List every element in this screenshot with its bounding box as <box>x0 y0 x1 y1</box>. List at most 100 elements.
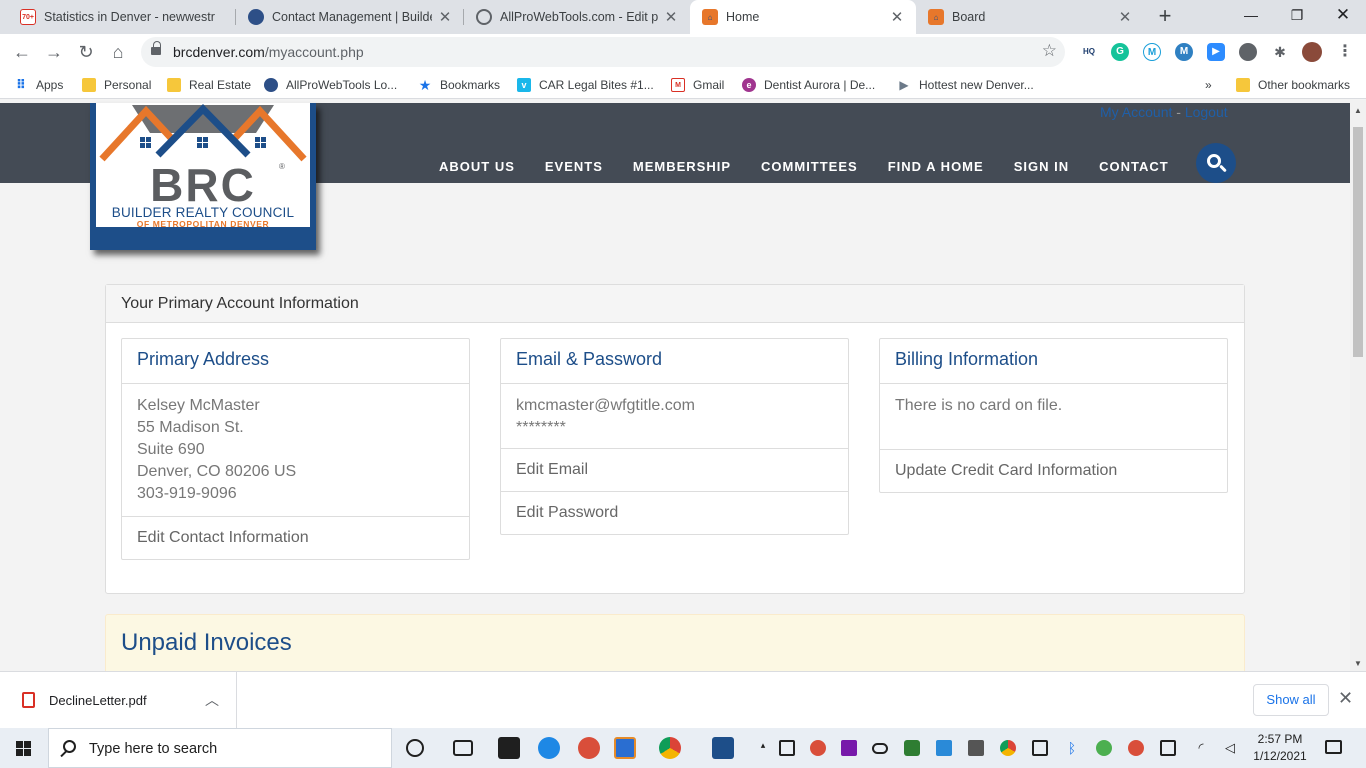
address-suite: Suite 690 <box>137 441 205 458</box>
bluetooth-icon[interactable]: ᛒ <box>1064 740 1080 756</box>
grammarly-extension-icon[interactable]: G <box>1111 43 1129 61</box>
my-account-link[interactable]: My Account <box>1100 104 1172 120</box>
app-icon[interactable] <box>538 737 560 759</box>
card-title: Email & Password <box>501 339 848 384</box>
bookmark-gmail[interactable]: M Gmail <box>671 76 724 94</box>
taskbar-search-box[interactable]: Type here to search <box>48 728 392 768</box>
logout-link[interactable]: Logout <box>1185 104 1228 120</box>
nav-contact[interactable]: CONTACT <box>1084 159 1184 174</box>
security-icon[interactable] <box>904 740 920 756</box>
tray-icon[interactable] <box>810 740 826 756</box>
nav-membership[interactable]: MEMBERSHIP <box>618 159 746 174</box>
photos-icon[interactable] <box>712 737 734 759</box>
scroll-down-icon[interactable]: ▼ <box>1350 657 1366 671</box>
edit-contact-information-link[interactable]: Edit Contact Information <box>122 516 469 559</box>
site-search-button[interactable] <box>1196 143 1236 183</box>
tray-icon[interactable] <box>1032 740 1048 756</box>
mixmax-extension-icon[interactable]: M <box>1143 43 1161 61</box>
onenote-icon[interactable] <box>841 740 857 756</box>
brc-logo[interactable]: BRC ® BUILDER REALTY COUNCIL OF METROPOL… <box>90 103 316 250</box>
chevron-up-icon[interactable]: ︿ <box>205 690 219 710</box>
profile-avatar[interactable] <box>1302 42 1322 62</box>
vimeo-icon: v <box>517 78 531 92</box>
task-view-icon[interactable] <box>453 740 473 756</box>
nav-committees[interactable]: COMMITTEES <box>746 159 873 174</box>
close-window-button[interactable]: ✕ <box>1320 0 1366 32</box>
link-separator: - <box>1176 104 1181 120</box>
chrome-menu-icon[interactable]: ⋮ <box>1336 43 1354 61</box>
bookmark-car-legal-bites[interactable]: v CAR Legal Bites #1... <box>517 76 654 94</box>
back-button[interactable]: ← <box>10 40 34 64</box>
address-bar[interactable]: brcdenver.com/myaccount.php ☆ <box>141 37 1065 67</box>
chrome-tray-icon[interactable] <box>1000 740 1016 756</box>
download-item[interactable]: DeclineLetter.pdf ︿ <box>0 672 237 729</box>
edit-password-link[interactable]: Edit Password <box>501 491 848 534</box>
bookmark-label: Dentist Aurora | De... <box>764 78 876 92</box>
home-button[interactable]: ⌂ <box>106 40 130 64</box>
acrobat-icon[interactable] <box>498 737 520 759</box>
puzzle-extensions-icon[interactable]: ✱ <box>1271 43 1289 61</box>
battery-icon[interactable] <box>1160 740 1176 756</box>
scroll-thumb[interactable] <box>1353 127 1363 357</box>
bookmark-allprowebtools[interactable]: AllProWebTools Lo... <box>264 76 397 94</box>
tray-icon[interactable] <box>779 740 795 756</box>
zoom-extension-icon[interactable]: ▶ <box>1207 43 1225 61</box>
cortana-icon[interactable] <box>406 739 424 757</box>
onedrive-icon[interactable] <box>872 743 888 754</box>
app-icon[interactable] <box>614 737 636 759</box>
scroll-up-icon[interactable]: ▲ <box>1350 104 1366 118</box>
bookmark-label: Real Estate <box>189 78 252 92</box>
main-nav: ABOUT US EVENTS MEMBERSHIP COMMITTEES FI… <box>424 159 1184 174</box>
tray-icon[interactable] <box>1128 740 1144 756</box>
close-icon[interactable]: ✕ <box>662 8 680 26</box>
tray-icon[interactable] <box>1096 740 1112 756</box>
restore-button[interactable]: ❐ <box>1274 0 1320 32</box>
update-credit-card-link[interactable]: Update Credit Card Information <box>880 449 1227 492</box>
extension-icon[interactable] <box>1239 43 1257 61</box>
mailtrack-extension-icon[interactable]: M <box>1175 43 1193 61</box>
snagit-icon[interactable] <box>578 737 600 759</box>
bookmark-personal[interactable]: Personal <box>82 76 151 94</box>
bookmark-real-estate[interactable]: Real Estate <box>167 76 251 94</box>
bookmark-hottest-new-denver[interactable]: ▶ Hottest new Denver... <box>897 76 1033 94</box>
notification-icon[interactable] <box>1325 740 1342 754</box>
nav-sign-in[interactable]: SIGN IN <box>999 159 1084 174</box>
other-bookmarks[interactable]: Other bookmarks <box>1236 76 1350 94</box>
tray-icon[interactable] <box>936 740 952 756</box>
tab-allprowebtools[interactable]: AllProWebTools.com - Edit pos ✕ <box>464 0 690 34</box>
email-value: kmcmaster@wfgtitle.com <box>516 397 695 414</box>
new-tab-button[interactable]: + <box>1152 4 1178 30</box>
chrome-icon[interactable] <box>659 737 681 759</box>
bookmark-bookmarks[interactable]: ★ Bookmarks <box>418 76 500 94</box>
bookmark-apps[interactable]: ⠿ Apps <box>14 76 63 94</box>
page-scrollbar[interactable]: ▲ ▼ <box>1350 100 1366 671</box>
close-icon[interactable]: ✕ <box>1338 688 1353 709</box>
tab-home[interactable]: ⌂ Home ✕ <box>690 0 916 34</box>
bookmark-dentist-aurora[interactable]: e Dentist Aurora | De... <box>742 76 875 94</box>
tray-overflow-icon[interactable]: ▴ <box>755 740 771 756</box>
nav-events[interactable]: EVENTS <box>530 159 618 174</box>
bookmarks-overflow-button[interactable]: » <box>1205 76 1212 94</box>
tab-statistics[interactable]: 70+ Statistics in Denver - newwestr <box>8 0 236 34</box>
taskbar-clock[interactable]: 2:57 PM 1/12/2021 <box>1250 731 1310 765</box>
close-icon[interactable]: ✕ <box>436 8 454 26</box>
primary-address-card: Primary Address Kelsey McMaster 55 Madis… <box>121 338 470 560</box>
forward-button[interactable]: → <box>42 40 66 64</box>
reload-button[interactable]: ↻ <box>74 40 98 64</box>
close-icon[interactable]: ✕ <box>1116 8 1134 26</box>
wifi-icon[interactable]: ◜ <box>1193 740 1209 756</box>
tab-contact-management[interactable]: Contact Management | Builder ✕ <box>236 0 464 34</box>
edit-email-link[interactable]: Edit Email <box>501 448 848 491</box>
show-all-button[interactable]: Show all <box>1253 684 1329 716</box>
tab-board[interactable]: ⌂ Board ✕ <box>916 0 1144 34</box>
bookmark-star-icon[interactable]: ☆ <box>1042 41 1057 61</box>
nav-about-us[interactable]: ABOUT US <box>424 159 530 174</box>
cloudhq-extension-icon[interactable]: HQ <box>1080 43 1098 61</box>
nav-find-a-home[interactable]: FIND A HOME <box>873 159 999 174</box>
bookmark-label: AllProWebTools Lo... <box>286 78 398 92</box>
windows-start-icon[interactable] <box>16 741 31 756</box>
minimize-button[interactable]: — <box>1228 0 1274 32</box>
volume-icon[interactable]: ◁ <box>1222 740 1238 756</box>
tray-icon[interactable] <box>968 740 984 756</box>
close-icon[interactable]: ✕ <box>888 8 906 26</box>
